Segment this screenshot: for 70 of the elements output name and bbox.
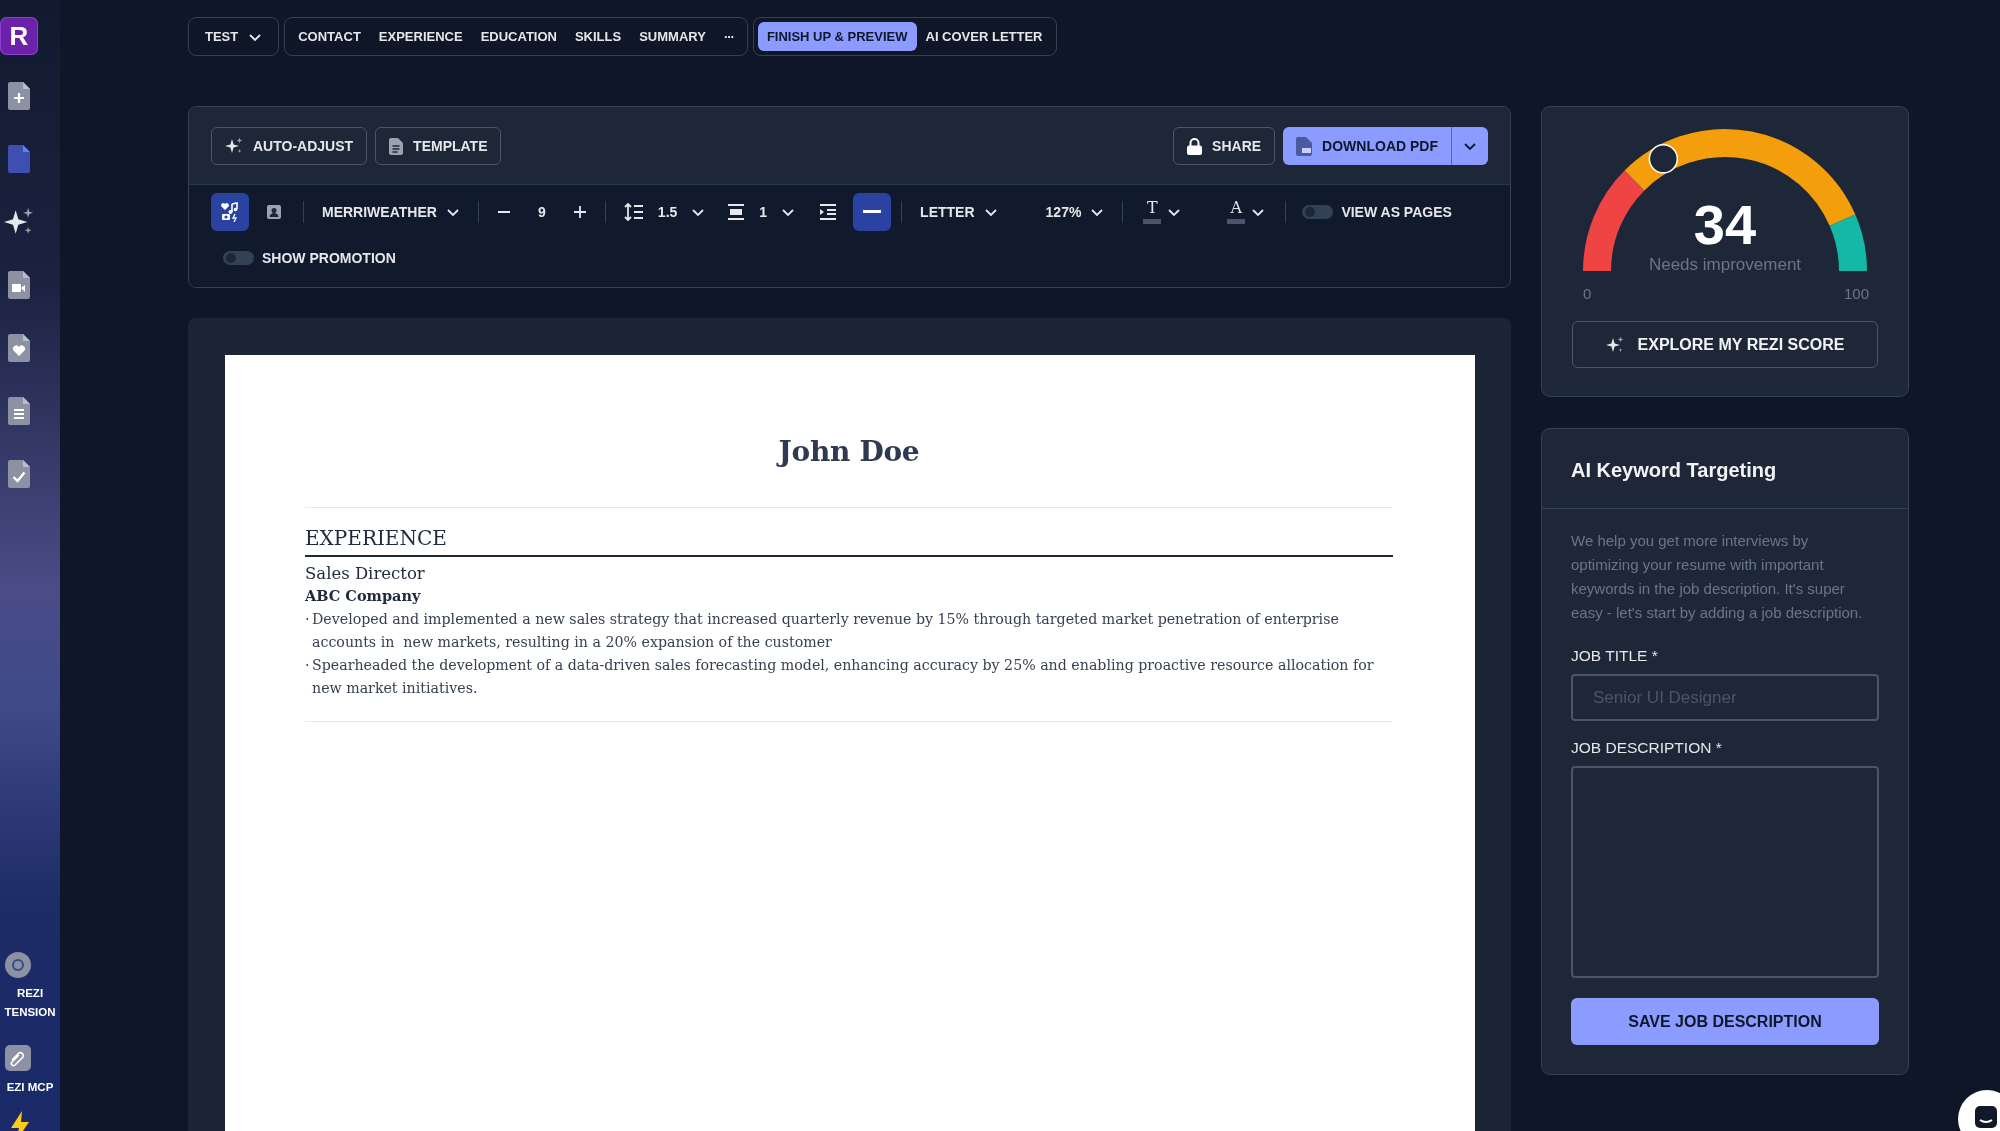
color-dropdown[interactable]: A [1217,193,1276,231]
dropdown[interactable]: LETTER [912,195,1006,229]
section-tab[interactable]: EXPERIENCE [369,22,472,51]
browser-icon[interactable] [3,950,33,980]
template-button[interactable]: TEMPLATE [375,127,502,165]
color-swatch [1227,219,1246,224]
media-icon [220,202,240,222]
section-tab[interactable]: SUMMARY [630,22,715,51]
section-spacing-icon [727,204,746,220]
text-document-icon[interactable] [7,396,31,426]
color-swatch [1143,219,1162,224]
gauge-min-label: 0 [1583,285,1592,302]
section-spacing-dropdown[interactable]: 1 [719,195,804,229]
section-tab[interactable]: CONTACT [289,22,370,51]
section-tab[interactable]: SKILLS [565,22,631,51]
contact-card-icon [267,205,281,219]
more-button[interactable]: ··· [714,22,743,51]
add-document-icon[interactable] [7,81,31,111]
horizontal-rule-icon [863,210,882,214]
job-title: Sales Director [305,563,426,585]
logo[interactable]: R [0,17,38,55]
section-tab[interactable]: EDUCATION [471,22,566,51]
bullet-text: Developed and implemented a new sales strategy that increased quarterly revenue by 15% through targeted market penetration of enterprise accounts in new markets, resulting in a 20% expansion of the customer [312,610,1340,652]
score-caption: Needs improvement [1647,255,1803,275]
design-view-button[interactable] [211,193,249,231]
lock-icon [1187,137,1203,155]
field-label: JOB DESCRIPTION * [1571,739,1723,757]
field-label: JOB TITLE * [1571,647,1659,665]
share-button[interactable]: SHARE [1173,127,1276,165]
plus-icon [572,205,587,219]
check-document-icon[interactable] [7,459,31,489]
line-spacing-dropdown[interactable]: 1.5 [615,195,714,229]
dropdown[interactable]: MERRIWEATHER [314,195,468,229]
mcp-label[interactable]: EZI MCP [0,1078,60,1097]
video-document-icon[interactable] [7,270,31,300]
nav-tab[interactable]: FINISH UP & PREVIEW [757,22,917,51]
color-letter-icon: T [1147,200,1158,216]
indent-icon [819,204,838,220]
score-value: 34 [1692,195,1758,255]
download-button[interactable]: DOWNLOAD PDF [1283,127,1451,165]
extension-label[interactable]: REZI TENSION [0,984,60,1022]
sparkles-icon [1605,335,1624,354]
resume-name: John Doe [775,434,921,470]
nav-tab[interactable]: AI COVER LETTER [916,22,1052,51]
divider-button[interactable] [853,193,892,231]
company-name: ABC Company [305,586,422,606]
paperclip-icon[interactable] [4,1044,32,1072]
job-description-field[interactable] [1571,766,1879,978]
dropdown[interactable]: 127% [1037,195,1113,229]
bullet-text: Spearheaded the development of a data-driven sales forecasting model, enhancing accuracy by 25% and enabling proactive resource allocation for new market initiatives. [312,656,1375,698]
sparkles-icon [225,137,243,155]
auto-adjust-button[interactable]: AUTO-ADJUST [211,127,368,165]
bullet-marker: · [305,610,311,629]
card-description: We help you get more interviews by optimizing your resume with important keywords in the job description. It's super easy - let's start by adding a job description. [1571,531,1864,623]
document-icon [389,137,404,155]
color-letter-icon: A [1230,200,1243,216]
color-dropdown[interactable]: T [1133,193,1192,231]
pdf-file-icon [1296,136,1313,156]
save-job-description-button[interactable]: SAVE JOB DESCRIPTION [1571,998,1879,1045]
document-icon[interactable] [7,144,31,174]
toggle-switch[interactable]: VIEW AS PAGES [1296,193,1458,231]
explore-score-button[interactable]: EXPLORE MY REZI SCORE [1572,321,1878,368]
toggle-switch[interactable]: SHOW PROMOTION [217,239,402,277]
section-heading: EXPERIENCE [305,525,448,552]
bullet-marker: · [305,656,311,675]
card-title: AI Keyword Targeting [1542,429,1908,509]
gauge-max-label: 100 [1843,285,1869,302]
heart-document-icon[interactable] [7,333,31,363]
line-spacing-icon [623,203,644,221]
font-size-value: 9 [536,204,547,220]
